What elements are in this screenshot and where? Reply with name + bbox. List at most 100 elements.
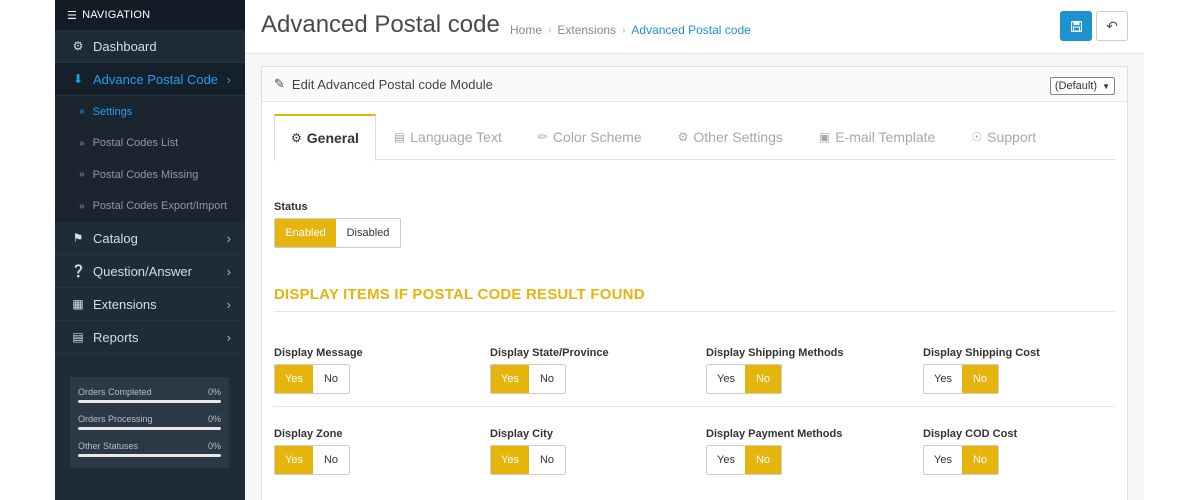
gear-icon: ⚙ bbox=[677, 130, 689, 144]
display-shipping-cost-label: Display Shipping Cost bbox=[923, 347, 1040, 359]
display-cod-cost-no[interactable]: No bbox=[961, 446, 998, 474]
display-shipping-cost-toggle: Yes No bbox=[923, 364, 999, 394]
status-toggle: Enabled Disabled bbox=[274, 218, 401, 248]
cogs-icon: ⚙ bbox=[291, 131, 302, 145]
display-state-toggle: Yes No bbox=[490, 364, 566, 394]
sidebar-subitem-postal-codes-export-import[interactable]: » Postal Codes Export/Import bbox=[55, 191, 245, 223]
display-city-label: Display City bbox=[490, 428, 553, 440]
chevron-right-icon: › bbox=[226, 329, 231, 345]
question-icon: ❔ bbox=[71, 264, 86, 278]
tab-bar: ⚙ General ▤ Language Text ✏ Color Scheme… bbox=[274, 114, 1115, 161]
chevron-right-icon: › bbox=[226, 230, 231, 246]
stat-other-statuses: Other Statuses 0% bbox=[78, 437, 221, 464]
display-state-yes[interactable]: Yes bbox=[491, 365, 529, 393]
display-cod-cost-toggle: Yes No bbox=[923, 445, 999, 475]
tab-other-settings[interactable]: ⚙ Other Settings bbox=[660, 114, 801, 160]
chevron-down-icon: ▼ bbox=[1102, 81, 1110, 91]
tab-general[interactable]: ⚙ General bbox=[274, 114, 376, 161]
double-chevron-icon: » bbox=[79, 200, 85, 212]
sidebar-item-extensions[interactable]: ▦ Extensions › bbox=[55, 288, 245, 321]
breadcrumb: Home › Extensions › Advanced Postal code bbox=[510, 23, 751, 37]
download-icon: ⬇ bbox=[72, 72, 84, 86]
display-message-no[interactable]: No bbox=[312, 365, 349, 393]
display-city-no[interactable]: No bbox=[528, 446, 565, 474]
breadcrumb-separator-icon: › bbox=[548, 24, 552, 36]
sidebar-item-catalog[interactable]: ⚑ Catalog › bbox=[55, 222, 245, 255]
main-content: Advanced Postal code Home › Extensions ›… bbox=[245, 0, 1144, 500]
sidebar-item-label: Catalog bbox=[93, 230, 138, 246]
double-chevron-icon: » bbox=[79, 169, 85, 181]
status-disabled-button[interactable]: Disabled bbox=[336, 219, 400, 247]
navigation-header[interactable]: ☰ NAVIGATION bbox=[55, 0, 245, 30]
tab-support[interactable]: ☉ Support bbox=[953, 114, 1054, 160]
status-enabled-button[interactable]: Enabled bbox=[275, 219, 337, 247]
display-shipping-cost-yes[interactable]: Yes bbox=[924, 365, 962, 393]
display-zone-label: Display Zone bbox=[274, 428, 343, 440]
breadcrumb-home[interactable]: Home bbox=[510, 23, 542, 37]
sidebar-subitem-postal-codes-list[interactable]: » Postal Codes List bbox=[55, 128, 245, 160]
display-payment-methods-yes[interactable]: Yes bbox=[707, 446, 745, 474]
store-select[interactable]: (Default) ▼ bbox=[1049, 77, 1115, 95]
display-payment-methods-label: Display Payment Methods bbox=[706, 428, 843, 440]
section-title: DISPLAY ITEMS IF POSTAL CODE RESULT FOUN… bbox=[274, 286, 645, 303]
menu-icon: ☰ bbox=[67, 9, 78, 22]
reply-icon: ↶ bbox=[1106, 17, 1118, 34]
sidebar-item-label: Advance Postal Code bbox=[93, 71, 219, 87]
chevron-right-icon: › bbox=[226, 296, 231, 312]
brush-icon: ✏ bbox=[537, 130, 548, 144]
double-chevron-icon: » bbox=[79, 106, 85, 118]
sidebar-subitem-label: Postal Codes Export/Import bbox=[92, 200, 228, 213]
sidebar-item-label: Question/Answer bbox=[93, 263, 192, 279]
breadcrumb-separator-icon: › bbox=[622, 24, 626, 36]
tab-language-text[interactable]: ▤ Language Text bbox=[376, 114, 520, 160]
sidebar-item-advance-postal-code[interactable]: ⬇ Advance Postal Code › bbox=[55, 63, 245, 96]
sidebar-item-dashboard[interactable]: ⚙ Dashboard bbox=[55, 30, 245, 63]
display-payment-methods-no[interactable]: No bbox=[744, 446, 781, 474]
progress-bar bbox=[78, 400, 221, 403]
display-cod-cost-label: Display COD Cost bbox=[923, 428, 1018, 440]
display-city-yes[interactable]: Yes bbox=[491, 446, 529, 474]
bar-chart-icon: ▤ bbox=[72, 330, 84, 344]
sidebar-subitem-label: Settings bbox=[92, 105, 133, 118]
display-state-no[interactable]: No bbox=[528, 365, 565, 393]
floppy-icon bbox=[1070, 20, 1082, 32]
sidebar-subitem-settings[interactable]: » Settings bbox=[55, 96, 245, 128]
display-cod-cost-yes[interactable]: Yes bbox=[924, 446, 962, 474]
module-panel: ✎ Edit Advanced Postal code Module (Defa… bbox=[261, 66, 1128, 500]
double-chevron-icon: » bbox=[79, 137, 85, 149]
tab-email-template[interactable]: ▣ E-mail Template bbox=[801, 114, 953, 160]
language-icon: ▤ bbox=[393, 130, 406, 144]
panel-header: ✎ Edit Advanced Postal code Module (Defa… bbox=[262, 67, 1127, 102]
sidebar-item-label: Reports bbox=[93, 329, 139, 345]
envelope-icon: ▣ bbox=[818, 130, 831, 144]
tag-icon: ⚑ bbox=[72, 231, 84, 245]
display-zone-no[interactable]: No bbox=[312, 446, 349, 474]
row-divider bbox=[274, 406, 1115, 407]
display-zone-yes[interactable]: Yes bbox=[275, 446, 313, 474]
display-shipping-cost-no[interactable]: No bbox=[961, 365, 998, 393]
display-message-yes[interactable]: Yes bbox=[275, 365, 313, 393]
stat-orders-processing: Orders Processing 0% bbox=[78, 410, 221, 437]
display-shipping-methods-label: Display Shipping Methods bbox=[706, 347, 844, 359]
chevron-right-icon: › bbox=[226, 263, 231, 279]
tab-color-scheme[interactable]: ✏ Color Scheme bbox=[520, 114, 660, 160]
page-title: Advanced Postal code bbox=[261, 11, 500, 38]
sidebar-subitem-postal-codes-missing[interactable]: » Postal Codes Missing bbox=[55, 159, 245, 191]
section-divider bbox=[274, 311, 1115, 312]
chevron-right-icon: › bbox=[226, 71, 231, 87]
admin-window: ☰ NAVIGATION ⚙ Dashboard ⬇ Advance Posta… bbox=[55, 0, 1144, 500]
stat-orders-completed: Orders Completed 0% bbox=[78, 383, 221, 410]
sidebar-submenu: » Settings » Postal Codes List » Postal … bbox=[55, 96, 245, 222]
display-shipping-methods-no[interactable]: No bbox=[744, 365, 781, 393]
breadcrumb-extensions[interactable]: Extensions bbox=[557, 23, 616, 37]
display-city-toggle: Yes No bbox=[490, 445, 566, 475]
sidebar-item-question-answer[interactable]: ❔ Question/Answer › bbox=[55, 255, 245, 288]
breadcrumb-current[interactable]: Advanced Postal code bbox=[631, 23, 750, 37]
back-button[interactable]: ↶ bbox=[1096, 11, 1128, 41]
status-label: Status bbox=[274, 201, 308, 213]
display-shipping-methods-yes[interactable]: Yes bbox=[707, 365, 745, 393]
progress-bar bbox=[78, 454, 221, 457]
save-button[interactable] bbox=[1060, 11, 1092, 41]
sidebar-item-reports[interactable]: ▤ Reports › bbox=[55, 321, 245, 354]
display-state-label: Display State/Province bbox=[490, 347, 609, 359]
